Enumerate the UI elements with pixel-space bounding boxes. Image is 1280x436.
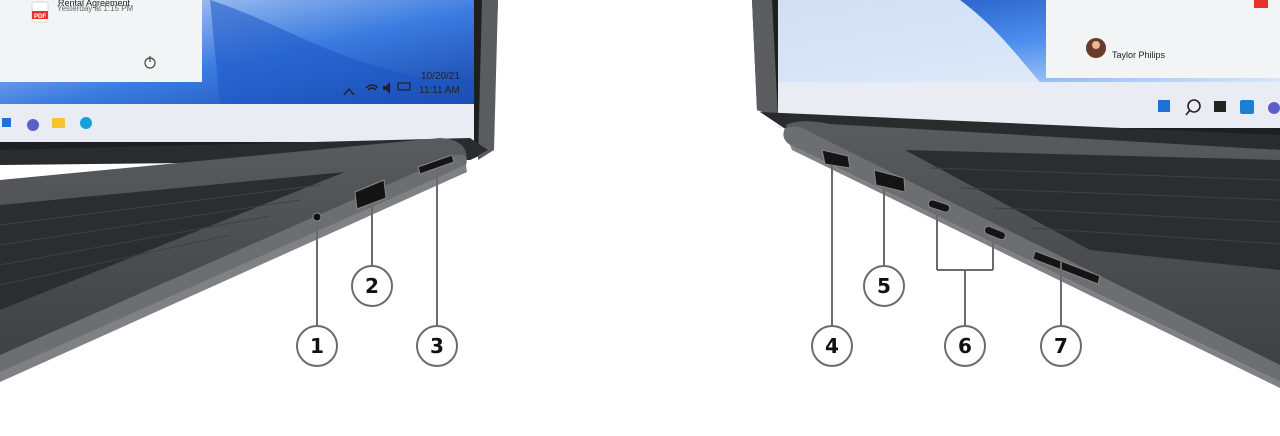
callout-5: 5 [863,265,905,307]
left-taskbar [0,104,474,142]
teams-icon[interactable] [27,119,39,131]
audio-jack-port [312,212,322,222]
clock-time: 11:11 AM [419,85,460,96]
left-laptop: PDF Rental Agreement Yesterday at 1:15 P… [0,0,498,382]
teams-icon-right[interactable] [1268,102,1280,114]
svg-text:6: 6 [958,334,972,358]
recent-file-time: Yesterday at 1:15 PM [57,4,134,13]
task-view-icon[interactable] [1214,101,1226,112]
callout-1: 1 [296,325,338,367]
svg-text:7: 7 [1054,334,1068,358]
callout-7: 7 [1040,325,1082,367]
user-name: Taylor Philips [1112,50,1166,60]
widgets-icon[interactable] [1240,100,1254,114]
svg-text:5: 5 [877,274,891,298]
svg-text:2: 2 [365,274,379,298]
edge-icon[interactable] [80,117,92,129]
clock-date: 10/20/21 [421,71,460,82]
svg-text:4: 4 [825,334,839,358]
callout-6: 6 [944,325,986,367]
svg-text:1: 1 [310,334,324,358]
callout-2: 2 [351,265,393,307]
pdf-icon: PDF [34,14,46,20]
callout-4: 4 [811,325,853,367]
folder-icon[interactable] [52,118,65,128]
callout-3: 3 [416,325,458,367]
start-menu-panel-right [1046,0,1280,78]
svg-text:3: 3 [430,334,444,358]
laptop-ports-illustration: PDF Rental Agreement Yesterday at 1:15 P… [0,0,1280,388]
